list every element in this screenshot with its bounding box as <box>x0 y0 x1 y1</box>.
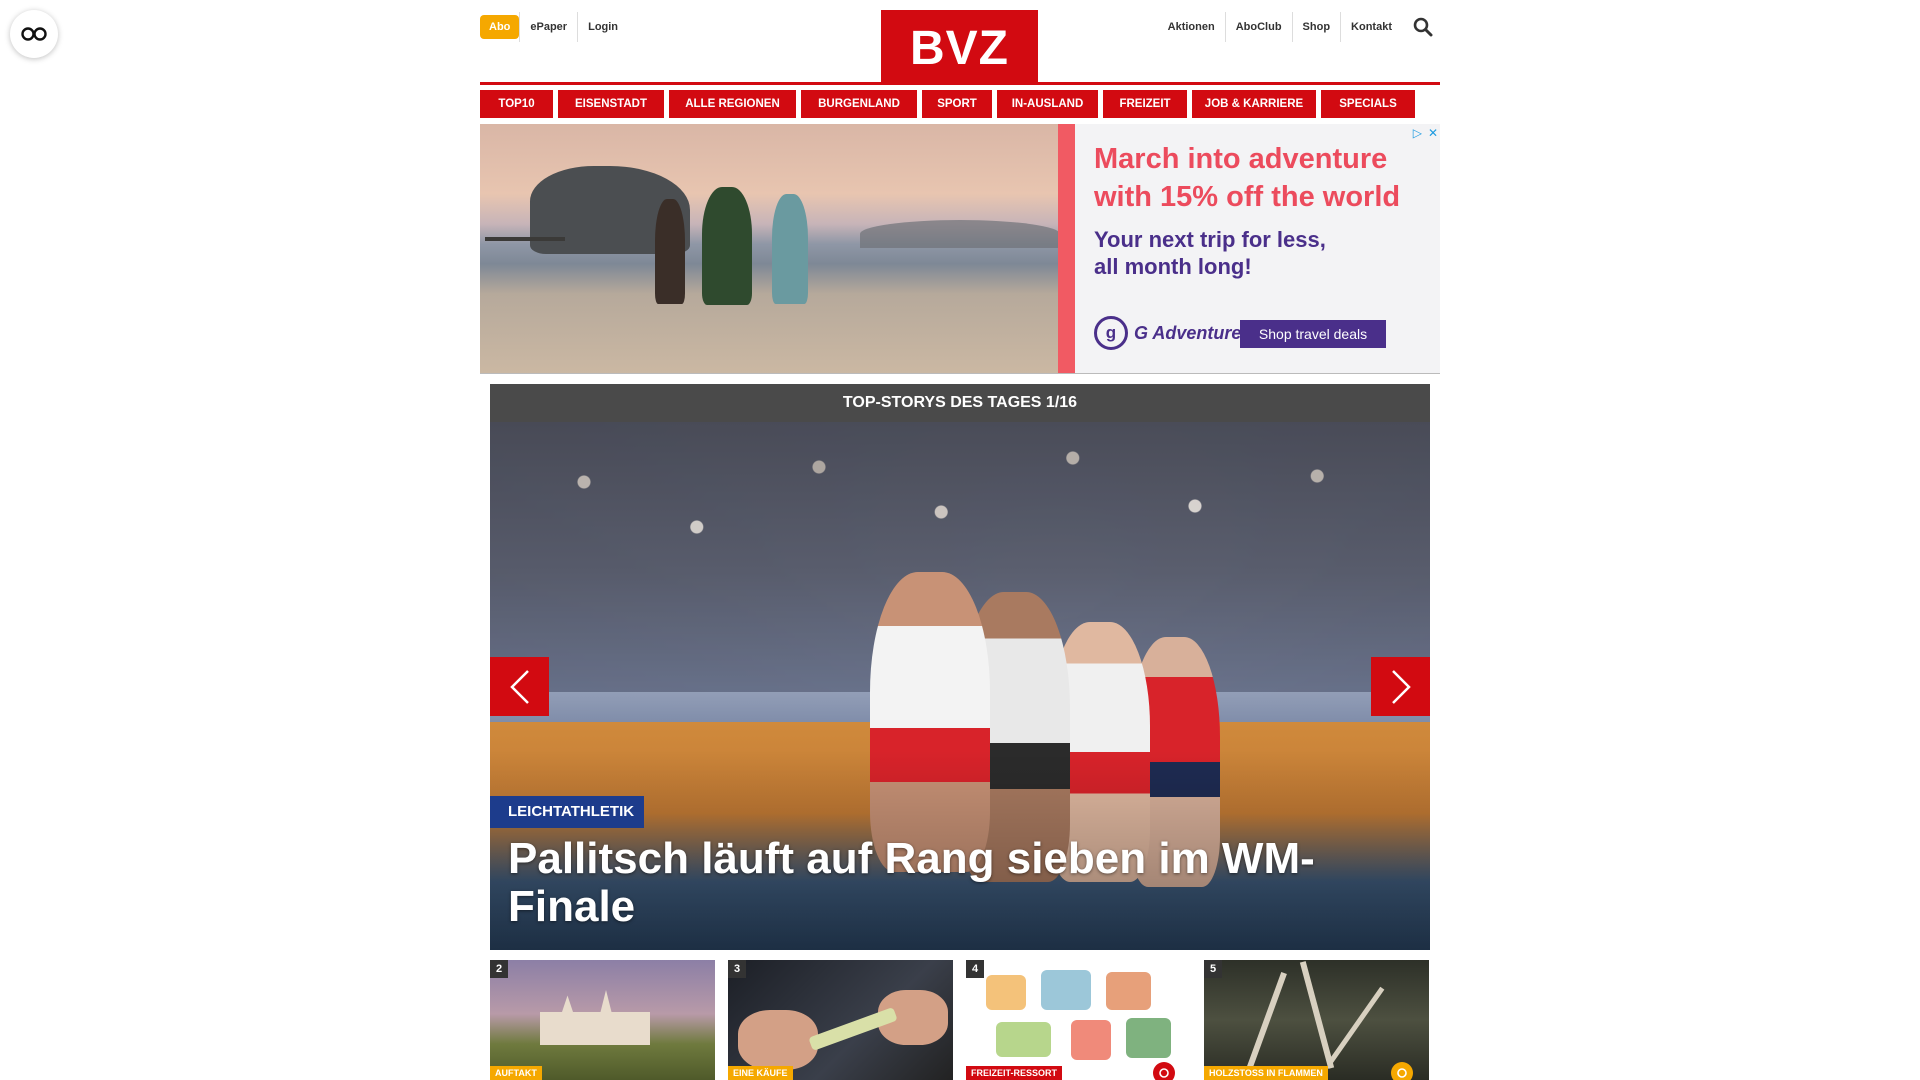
chevron-right-icon <box>1391 669 1411 704</box>
story-thumb[interactable]: 4 FREIZEIT-RESSORT <box>966 960 1191 1080</box>
ad-headline: March into adventure with 15% off the wo… <box>1094 143 1401 213</box>
story-thumb[interactable]: 5 HOLZSTOSS IN FLAMMEN <box>1204 960 1429 1080</box>
story-category: HOLZSTOSS IN FLAMMEN <box>1204 1066 1328 1080</box>
search-icon[interactable] <box>1406 12 1440 42</box>
top-bar: Abo ePaper Login BVZ Aktionen AboClub Sh… <box>480 0 1440 86</box>
chevron-left-icon <box>509 669 529 704</box>
person-shape <box>655 199 685 304</box>
aktionen-link[interactable]: Aktionen <box>1158 12 1225 42</box>
nav-item-freizeit[interactable]: FREIZEIT <box>1103 90 1187 118</box>
ad-brand-name: G Adventures <box>1134 322 1252 343</box>
header-rule <box>480 82 1440 85</box>
story-number: 3 <box>728 960 746 978</box>
story-thumb[interactable]: 2 AUFTAKT <box>490 960 715 1080</box>
hero-category[interactable]: LEICHTATHLETIK <box>490 796 645 828</box>
illustration-shape <box>1126 1018 1171 1058</box>
story-thumb[interactable]: 3 EINE KÄUFE <box>728 960 953 1080</box>
nav-item-top10[interactable]: TOP10 <box>480 90 553 118</box>
story-category: AUFTAKT <box>490 1066 542 1080</box>
close-icon[interactable]: ✕ <box>1428 126 1438 140</box>
illustration-shape <box>1071 1020 1111 1060</box>
hero-story[interactable]: LEICHTATHLETIK Pallitsch läuft auf Rang … <box>490 422 1430 950</box>
nav-item-in-ausland[interactable]: IN-AUSLAND <box>997 90 1098 118</box>
camera-icon <box>1391 1062 1413 1080</box>
illustration-shape <box>1041 970 1091 1010</box>
story-category: FREIZEIT-RESSORT <box>966 1066 1063 1080</box>
shop-travel-deals-button[interactable]: Shop travel deals <box>1240 320 1386 348</box>
epaper-link[interactable]: ePaper <box>520 12 577 42</box>
ad-photo <box>480 124 1060 373</box>
glasses-icon <box>21 27 47 41</box>
nav-item-job-karriere[interactable]: JOB & KARRIERE <box>1192 90 1316 118</box>
nav-item-burgenland[interactable]: BURGENLAND <box>801 90 917 118</box>
illustration-shape <box>986 975 1026 1010</box>
person-shape <box>702 187 752 305</box>
ad-brand: g G Adventures <box>1094 316 1251 350</box>
illustration-shape <box>1106 972 1151 1010</box>
rock-shape <box>860 220 1060 248</box>
g-adventures-logo-icon: g <box>1094 316 1128 350</box>
story-category: EINE KÄUFE <box>728 1066 793 1080</box>
bvz-logo[interactable]: BVZ <box>881 10 1038 83</box>
camera-icon <box>1153 1062 1175 1080</box>
ad-content: March into adventure with 15% off the wo… <box>1075 124 1440 373</box>
hand-shape <box>738 1010 818 1070</box>
story-number: 5 <box>1204 960 1222 978</box>
pier-shape <box>485 237 565 241</box>
hero-headline[interactable]: Pallitsch läuft auf Rang sieben im WM-Fi… <box>508 835 1388 931</box>
top-left-links: Abo ePaper Login <box>480 12 628 42</box>
top-right-links: Aktionen AboClub Shop Kontakt <box>1158 12 1440 42</box>
illustration-shape <box>996 1022 1051 1057</box>
abo-button[interactable]: Abo <box>480 15 520 39</box>
ad-choices[interactable]: ▷ ✕ <box>1413 126 1438 140</box>
aboclub-link[interactable]: AboClub <box>1226 12 1292 42</box>
ad-banner[interactable]: March into adventure with 15% off the wo… <box>480 124 1440 374</box>
branch-shape <box>1328 986 1385 1064</box>
ad-info-icon[interactable]: ▷ <box>1413 126 1422 140</box>
story-number: 2 <box>490 960 508 978</box>
nav-item-alle-regionen[interactable]: ALLE REGIONEN <box>669 90 796 118</box>
story-number: 4 <box>966 960 984 978</box>
story-thumbnails: 2 AUFTAKT 3 EINE KÄUFE 4 FREIZEIT-RESSOR… <box>490 960 1430 1080</box>
kontakt-link[interactable]: Kontakt <box>1341 12 1402 42</box>
nav-item-sport[interactable]: SPORT <box>922 90 992 118</box>
accessibility-button[interactable] <box>10 10 58 58</box>
page-container: Abo ePaper Login BVZ Aktionen AboClub Sh… <box>480 0 1440 1080</box>
top-stories-header: TOP-STORYS DES TAGES 1/16 <box>490 384 1430 422</box>
ad-subline: Your next trip for less, all month long! <box>1094 227 1326 279</box>
nav-item-specials[interactable]: SPECIALS <box>1321 90 1415 118</box>
nav-item-eisenstadt[interactable]: EISENSTADT <box>558 90 664 118</box>
next-slide-button[interactable] <box>1371 657 1430 716</box>
branch-shape <box>1299 961 1335 1069</box>
login-link[interactable]: Login <box>578 12 628 42</box>
previous-slide-button[interactable] <box>490 657 549 716</box>
main-nav: TOP10 EISENSTADT ALLE REGIONEN BURGENLAN… <box>480 90 1440 118</box>
castle-shape <box>540 990 650 1045</box>
branch-shape <box>1247 971 1287 1069</box>
person-shape <box>772 194 808 304</box>
ad-stripe <box>1058 124 1075 373</box>
top-stories: TOP-STORYS DES TAGES 1/16 LEICHTATHLETIK <box>490 384 1430 950</box>
shop-link[interactable]: Shop <box>1293 12 1341 42</box>
